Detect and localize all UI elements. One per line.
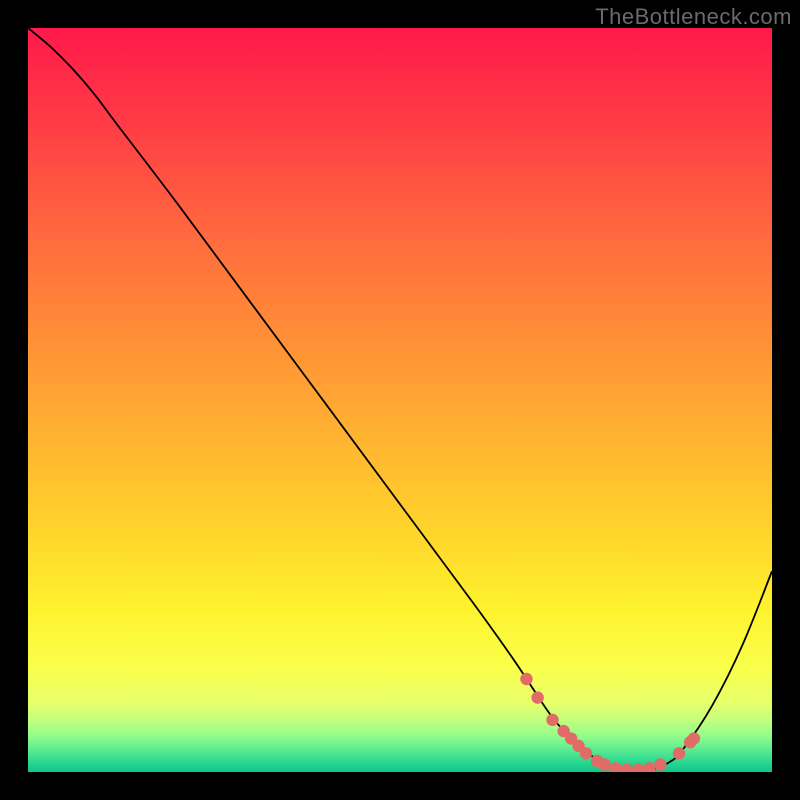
chart-svg (28, 28, 772, 772)
watermark-text: TheBottleneck.com (595, 4, 792, 30)
plot-area (28, 28, 772, 772)
marker-dot (520, 673, 532, 685)
chart-container: TheBottleneck.com (0, 0, 800, 800)
gradient-bg (28, 28, 772, 772)
marker-dot (598, 758, 610, 770)
marker-dot (580, 747, 592, 759)
marker-dot (688, 732, 700, 744)
marker-dot (654, 758, 666, 770)
marker-dot (546, 714, 558, 726)
marker-dot (531, 691, 543, 703)
marker-dot (673, 747, 685, 759)
